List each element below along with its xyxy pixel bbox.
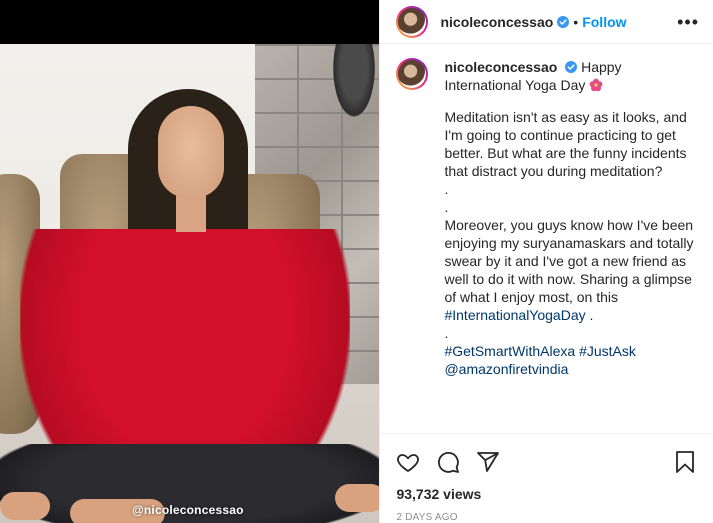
wall-lamp: [330, 44, 378, 124]
yoga-video-frame: @nicoleconcessao: [0, 44, 380, 523]
post-side-panel: nicoleconcessao • Follow ••• nicoleconce…: [379, 0, 713, 523]
avatar[interactable]: [396, 6, 428, 38]
person-hand-left: [0, 492, 50, 520]
follow-button[interactable]: Follow: [582, 14, 626, 30]
hibiscus-emoji: [589, 78, 603, 92]
header-username[interactable]: nicoleconcessao: [440, 14, 553, 30]
caption-paragraph-2-end: .: [585, 307, 594, 323]
caption-dot: .: [444, 199, 449, 215]
post-actions: 93,732 views 2 DAYS AGO: [380, 433, 713, 523]
heart-icon[interactable]: [396, 450, 420, 474]
video-letterbox-bar: [0, 0, 380, 44]
post-header: nicoleconcessao • Follow •••: [380, 0, 713, 44]
caption-avatar[interactable]: [396, 58, 428, 90]
verified-badge-icon: [557, 15, 570, 28]
hashtag-link[interactable]: #InternationalYogaDay: [444, 307, 585, 323]
instagram-post: @nicoleconcessao nicoleconcessao • Follo…: [0, 0, 713, 523]
comment-icon[interactable]: [436, 450, 460, 474]
more-options-icon[interactable]: •••: [677, 13, 699, 31]
header-separator: •: [573, 13, 579, 30]
caption-dot: .: [444, 325, 449, 341]
header-text: nicoleconcessao • Follow: [440, 14, 677, 30]
caption-paragraph-2-text: Moreover, you guys know how I've been en…: [444, 217, 694, 305]
caption-row: nicoleconcessao Happy International Yoga…: [396, 58, 697, 378]
caption-username[interactable]: nicoleconcessao: [444, 59, 557, 75]
mention-link[interactable]: @amazonfiretvindia: [444, 360, 697, 378]
post-media[interactable]: @nicoleconcessao: [0, 0, 380, 523]
person-neck: [176, 192, 206, 232]
caption-paragraph-1: Meditation isn't as easy as it looks, an…: [444, 109, 687, 179]
share-icon[interactable]: [476, 450, 500, 474]
caption-text: nicoleconcessao Happy International Yoga…: [444, 58, 697, 378]
video-watermark: @nicoleconcessao: [132, 503, 244, 517]
action-icons: [396, 442, 697, 482]
caption-dot: .: [444, 181, 449, 197]
bookmark-icon[interactable]: [673, 450, 697, 474]
post-timestamp[interactable]: 2 DAYS AGO: [396, 512, 697, 523]
view-count[interactable]: 93,732 views: [396, 486, 697, 502]
person-hand-right: [335, 484, 380, 512]
person-face: [158, 106, 224, 198]
verified-badge-icon: [565, 61, 578, 73]
caption-area: nicoleconcessao Happy International Yoga…: [380, 44, 713, 433]
caption-paragraph-2: Moreover, you guys know how I've been en…: [444, 216, 697, 324]
hashtag-line[interactable]: #GetSmartWithAlexa #JustAsk: [444, 342, 697, 360]
